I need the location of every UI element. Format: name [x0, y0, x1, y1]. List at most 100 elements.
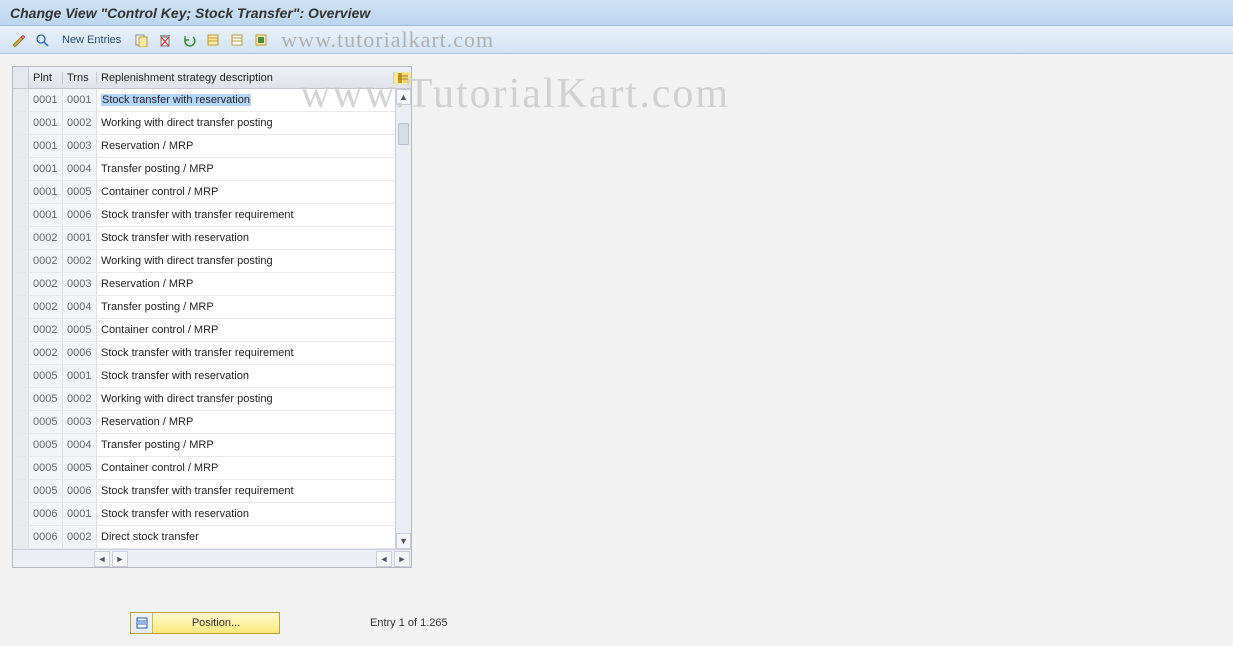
cell-plnt: 0002 [29, 227, 63, 249]
col-header-plnt[interactable]: Plnt [29, 72, 63, 84]
cell-desc[interactable]: Direct stock transfer [97, 526, 411, 548]
table-row[interactable]: 00010004Transfer posting / MRP [13, 158, 411, 181]
change-mode-icon[interactable] [8, 30, 28, 50]
row-selector[interactable] [13, 227, 29, 249]
table-row[interactable]: 00050005Container control / MRP [13, 457, 411, 480]
cell-trns: 0005 [63, 457, 97, 479]
cell-desc[interactable]: Container control / MRP [97, 319, 411, 341]
table-row[interactable]: 00050001Stock transfer with reservation [13, 365, 411, 388]
row-selector[interactable] [13, 434, 29, 456]
cell-plnt: 0006 [29, 526, 63, 548]
scroll-right-icon[interactable]: ► [112, 551, 128, 567]
table-row[interactable]: 00020001Stock transfer with reservation [13, 227, 411, 250]
cell-desc[interactable]: Stock transfer with reservation [97, 89, 411, 111]
scroll-right2-icon[interactable]: ► [394, 551, 410, 567]
col-selector[interactable] [13, 67, 29, 88]
table-settings-icon[interactable] [393, 72, 411, 84]
position-icon [131, 613, 153, 633]
cell-trns: 0006 [63, 204, 97, 226]
row-selector[interactable] [13, 480, 29, 502]
table-row[interactable]: 00060002Direct stock transfer [13, 526, 411, 549]
cell-desc[interactable]: Working with direct transfer posting [97, 388, 411, 410]
table-row[interactable]: 00010006Stock transfer with transfer req… [13, 204, 411, 227]
cell-desc[interactable]: Reservation / MRP [97, 411, 411, 433]
scroll-left-icon[interactable]: ◄ [94, 551, 110, 567]
table-row[interactable]: 00010002Working with direct transfer pos… [13, 112, 411, 135]
position-button[interactable]: Position... [130, 612, 280, 634]
new-entries-button[interactable]: New Entries [56, 30, 127, 50]
table-row[interactable]: 00050004Transfer posting / MRP [13, 434, 411, 457]
row-selector[interactable] [13, 204, 29, 226]
horizontal-scrollbar[interactable]: ◄ ► ◄ ► [13, 549, 411, 567]
cell-desc[interactable]: Reservation / MRP [97, 273, 411, 295]
cell-desc[interactable]: Stock transfer with transfer requirement [97, 342, 411, 364]
details-icon[interactable] [32, 30, 52, 50]
table-row[interactable]: 00020006Stock transfer with transfer req… [13, 342, 411, 365]
table-row[interactable]: 00050002Working with direct transfer pos… [13, 388, 411, 411]
row-selector[interactable] [13, 135, 29, 157]
deselect-all-icon[interactable] [227, 30, 247, 50]
cell-desc[interactable]: Stock transfer with reservation [97, 227, 411, 249]
table-row[interactable]: 00050006Stock transfer with transfer req… [13, 480, 411, 503]
table-row[interactable]: 00010005Container control / MRP [13, 181, 411, 204]
row-selector[interactable] [13, 342, 29, 364]
cell-desc[interactable]: Transfer posting / MRP [97, 158, 411, 180]
cell-desc[interactable]: Stock transfer with transfer requirement [97, 480, 411, 502]
cell-plnt: 0005 [29, 434, 63, 456]
col-header-trns[interactable]: Trns [63, 72, 97, 84]
cell-trns: 0005 [63, 319, 97, 341]
cell-desc[interactable]: Reservation / MRP [97, 135, 411, 157]
configure-icon[interactable] [251, 30, 271, 50]
select-all-icon[interactable] [203, 30, 223, 50]
cell-desc[interactable]: Working with direct transfer posting [97, 112, 411, 134]
row-selector[interactable] [13, 273, 29, 295]
row-selector[interactable] [13, 112, 29, 134]
table-row[interactable]: 00020003Reservation / MRP [13, 273, 411, 296]
cell-desc[interactable]: Transfer posting / MRP [97, 296, 411, 318]
row-selector[interactable] [13, 411, 29, 433]
cell-desc[interactable]: Stock transfer with reservation [97, 503, 411, 525]
table-row[interactable]: 00060001Stock transfer with reservation [13, 503, 411, 526]
cell-trns: 0001 [63, 365, 97, 387]
cell-trns: 0004 [63, 296, 97, 318]
vertical-scrollbar[interactable]: ▲ ▼ [395, 89, 411, 549]
scroll-thumb[interactable] [398, 123, 409, 145]
cell-desc[interactable]: Stock transfer with reservation [97, 365, 411, 387]
row-selector[interactable] [13, 296, 29, 318]
cell-trns: 0003 [63, 135, 97, 157]
table-row[interactable]: 00010001Stock transfer with reservation [13, 89, 411, 112]
row-selector[interactable] [13, 89, 29, 111]
table-row[interactable]: 00020002Working with direct transfer pos… [13, 250, 411, 273]
copy-icon[interactable] [131, 30, 151, 50]
footer-bar: Position... Entry 1 of 1.265 [12, 612, 1221, 634]
table-row[interactable]: 00020004Transfer posting / MRP [13, 296, 411, 319]
row-selector[interactable] [13, 457, 29, 479]
cell-desc[interactable]: Container control / MRP [97, 457, 411, 479]
row-selector[interactable] [13, 250, 29, 272]
row-selector[interactable] [13, 365, 29, 387]
cell-desc[interactable]: Working with direct transfer posting [97, 250, 411, 272]
watermark-toolbar: www.tutorialkart.com [281, 27, 494, 53]
row-selector[interactable] [13, 388, 29, 410]
undo-icon[interactable] [179, 30, 199, 50]
row-selector[interactable] [13, 503, 29, 525]
scroll-down-icon[interactable]: ▼ [396, 533, 411, 549]
col-header-desc[interactable]: Replenishment strategy description [97, 72, 393, 84]
cell-plnt: 0001 [29, 89, 63, 111]
scroll-left2-icon[interactable]: ◄ [376, 551, 392, 567]
cell-desc[interactable]: Stock transfer with transfer requirement [97, 204, 411, 226]
row-selector[interactable] [13, 319, 29, 341]
row-selector[interactable] [13, 181, 29, 203]
cell-plnt: 0001 [29, 204, 63, 226]
table-row[interactable]: 00050003Reservation / MRP [13, 411, 411, 434]
delete-icon[interactable] [155, 30, 175, 50]
app-toolbar: New Entries www.tutorialkart.com [0, 26, 1233, 54]
table-row[interactable]: 00020005Container control / MRP [13, 319, 411, 342]
grid-body: 00010001Stock transfer with reservation0… [13, 89, 411, 549]
scroll-up-icon[interactable]: ▲ [396, 89, 411, 105]
cell-desc[interactable]: Transfer posting / MRP [97, 434, 411, 456]
row-selector[interactable] [13, 158, 29, 180]
table-row[interactable]: 00010003Reservation / MRP [13, 135, 411, 158]
cell-desc[interactable]: Container control / MRP [97, 181, 411, 203]
row-selector[interactable] [13, 526, 29, 548]
